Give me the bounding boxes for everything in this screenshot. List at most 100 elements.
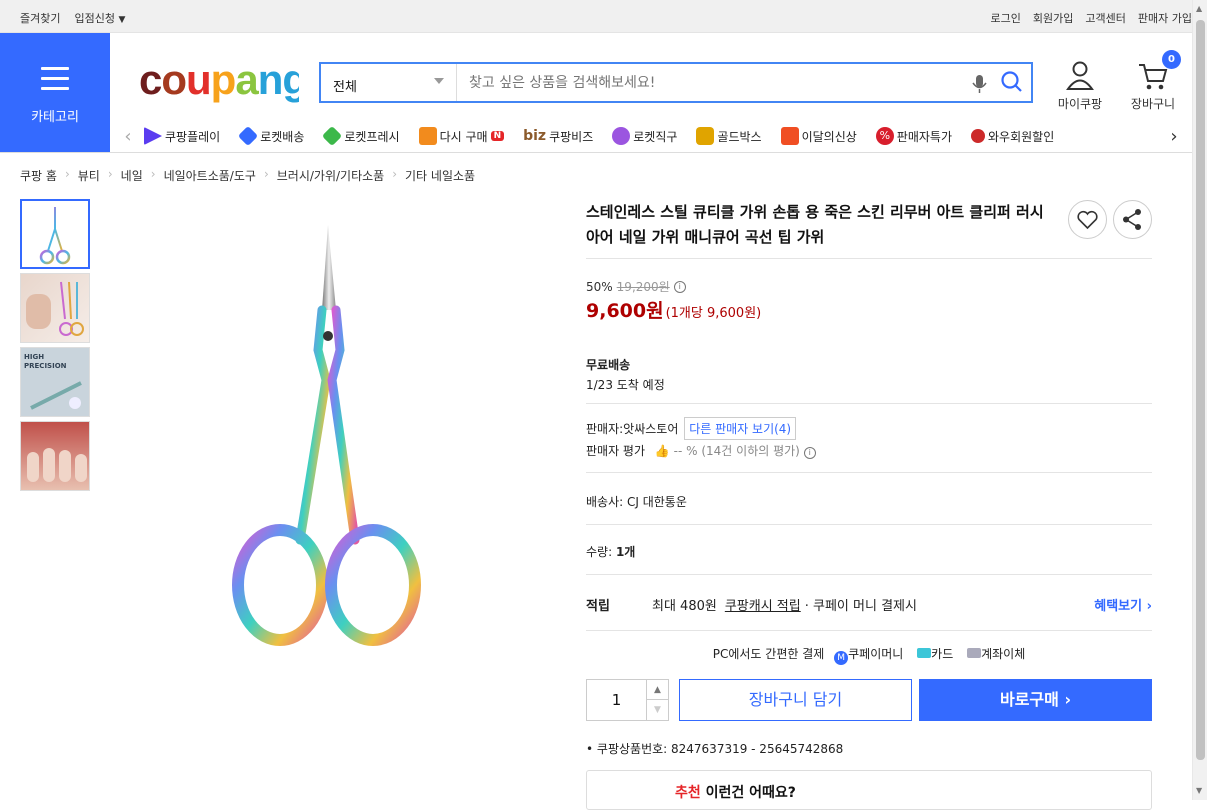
breadcrumb-item[interactable]: 기타 네일소품 — [405, 167, 475, 184]
nav-next-icon[interactable]: › — [1164, 126, 1184, 147]
divider — [586, 403, 1152, 404]
reward-amount: 최대 480원 — [652, 599, 717, 614]
signup-link[interactable]: 회원가입 — [1033, 10, 1073, 26]
benefit-link[interactable]: 혜택보기 › — [1094, 595, 1152, 614]
rocket-global-icon — [612, 127, 631, 145]
new-badge: N — [490, 131, 505, 141]
nav-item-seller-deal[interactable]: % 판매자특가 — [875, 127, 952, 145]
increase-icon[interactable]: ▲ — [647, 680, 668, 700]
add-to-cart-button[interactable]: 장바구니 담기 — [679, 679, 912, 721]
breadcrumb-item[interactable]: 네일 — [121, 167, 143, 184]
coupang-logo-art: coupang — [139, 56, 308, 103]
discount-rate: 50% — [586, 279, 613, 294]
unit-price: (1개당 9,600원) — [665, 306, 762, 321]
breadcrumb: 쿠팡 홈 › 뷰티 › 네일 › 네일아트소품/도구 › 브러시/가위/기타소품 › 기타… — [20, 167, 475, 184]
nav-item-rocket[interactable]: 로켓배송 — [238, 127, 304, 145]
bank-icon — [967, 648, 982, 658]
seller-row: 판매자:앗싸스토어 다른 판매자 보기(4) — [586, 417, 797, 440]
nav-item-biz[interactable]: biz 쿠팡비즈 — [523, 127, 593, 145]
bag-icon — [418, 127, 437, 145]
seller-signup-link[interactable]: 판매자 가입 — [1138, 10, 1192, 26]
wishlist-button[interactable] — [1068, 200, 1107, 239]
customer-center-link[interactable]: 고객센터 — [1085, 10, 1125, 26]
thumbnail-scissors[interactable] — [20, 199, 90, 269]
coupang-logo[interactable]: coupang — [139, 56, 308, 114]
biz-icon: biz — [523, 128, 547, 144]
thumbnail-nails[interactable] — [20, 421, 90, 491]
divider — [586, 630, 1152, 631]
thumbnail-hand[interactable] — [20, 273, 90, 343]
share-button[interactable] — [1113, 200, 1152, 239]
category-button[interactable]: 카테고리 — [0, 33, 110, 153]
reward-cash: 쿠팡캐시 적립 — [724, 599, 801, 614]
scrollbar-thumb[interactable] — [1196, 20, 1205, 760]
nav-item-new[interactable]: 이달의신상 — [780, 127, 857, 145]
seller-apply-link[interactable]: 입점신청 ▼ — [74, 10, 125, 26]
chevron-right-icon: › — [392, 167, 398, 181]
original-price: 19,200원 — [616, 280, 670, 294]
nav-item-coupangplay[interactable]: 쿠팡플레이 — [144, 127, 220, 145]
reco-title: 추천 이런건 어때요? — [675, 785, 796, 801]
buy-now-button[interactable]: 바로구매 › — [919, 679, 1152, 721]
scrollbar[interactable]: ▲ ▼ — [1192, 0, 1207, 800]
percent-icon: % — [875, 127, 894, 145]
thumbs-up-icon: 👍 — [654, 444, 670, 458]
chevron-right-icon: › — [150, 167, 156, 181]
thumbnail-precision[interactable]: HIGH PRECISION — [20, 347, 90, 417]
quantity-info: 수량: 1개 — [586, 545, 636, 559]
search-icon[interactable] — [995, 64, 1031, 101]
sale-price: 9,600원 (1개당 9,600원) — [586, 300, 762, 322]
breadcrumb-item[interactable]: 뷰티 — [78, 167, 100, 184]
quantity-stepper: 1 ▲ ▼ — [586, 679, 669, 721]
info-icon[interactable]: i — [673, 280, 686, 293]
pc-pay-row: PC에서도 간편한 결제 M 쿠페이머니 카드 계좌이체 — [586, 645, 1152, 665]
seller-name[interactable]: 앗싸스토어 — [623, 422, 678, 436]
breadcrumb-item[interactable]: 브러시/가위/기타소품 — [277, 167, 384, 184]
service-nav: ‹ 쿠팡플레이 로켓배송 로켓프레시 다시 구매 N biz 쿠팡비즈 로켓직구 골… — [118, 119, 1184, 153]
chevron-down-icon — [434, 78, 444, 84]
arrival-date: 1/23 도착 예정 — [586, 378, 665, 392]
mycoupang-button[interactable]: 마이쿠팡 — [1055, 60, 1105, 112]
scroll-down-icon[interactable]: ▼ — [1196, 786, 1202, 795]
cart-count-badge: 0 — [1162, 50, 1181, 69]
breadcrumb-item[interactable]: 쿠팡 홈 — [20, 167, 57, 184]
info-icon[interactable]: i — [803, 447, 816, 459]
nav-item-wow[interactable]: 와우회원할인 — [971, 127, 1054, 145]
search-category-select[interactable]: 전체 — [321, 64, 457, 101]
decrease-icon[interactable]: ▼ — [647, 700, 668, 720]
nav-item-global[interactable]: 로켓직구 — [612, 127, 677, 145]
pay-method: 카드 — [931, 647, 954, 661]
coupay-icon: M — [834, 651, 849, 665]
nav-item-rebuy[interactable]: 다시 구매 N — [418, 127, 505, 145]
microphone-icon[interactable] — [965, 64, 995, 101]
caret-down-icon: ▼ — [118, 15, 126, 25]
divider — [586, 574, 1152, 575]
divider — [586, 258, 1152, 259]
nav-item-goldbox[interactable]: 골드박스 — [696, 127, 762, 145]
wow-icon — [971, 129, 985, 143]
thumbnail-list: HIGH PRECISION — [20, 199, 90, 495]
top-utility-bar: 즐겨찾기 입점신청 ▼ 로그인 회원가입 고객센터 판매자 가입 — [0, 0, 1192, 33]
login-link[interactable]: 로그인 — [991, 10, 1021, 26]
user-icon — [1066, 61, 1094, 90]
search-input[interactable] — [457, 64, 965, 101]
play-icon — [144, 127, 162, 145]
nav-item-rocketfresh[interactable]: 로켓프레시 — [322, 127, 400, 145]
bookmark-link[interactable]: 즐겨찾기 — [20, 10, 60, 26]
search-bar: 전체 — [319, 62, 1033, 103]
seller-rating-value: -- % — [673, 444, 698, 458]
chevron-right-icon: › — [1064, 690, 1072, 709]
hamburger-icon — [41, 67, 69, 90]
other-sellers-button[interactable]: 다른 판매자 보기(4) — [684, 417, 797, 440]
scroll-up-icon[interactable]: ▲ — [1196, 4, 1202, 13]
pay-method: 쿠페이머니 — [848, 647, 904, 661]
share-icon — [1123, 209, 1141, 230]
reward-label: 적립 — [586, 599, 610, 614]
gift-icon — [696, 127, 715, 145]
quantity-input[interactable]: 1 — [587, 680, 646, 720]
chevron-right-icon: › — [1146, 599, 1152, 614]
breadcrumb-item[interactable]: 네일아트소품/도구 — [164, 167, 256, 184]
heart-icon — [1077, 210, 1098, 230]
nav-prev-icon[interactable]: ‹ — [118, 126, 138, 147]
shipping-title: 무료배송 — [586, 358, 631, 372]
